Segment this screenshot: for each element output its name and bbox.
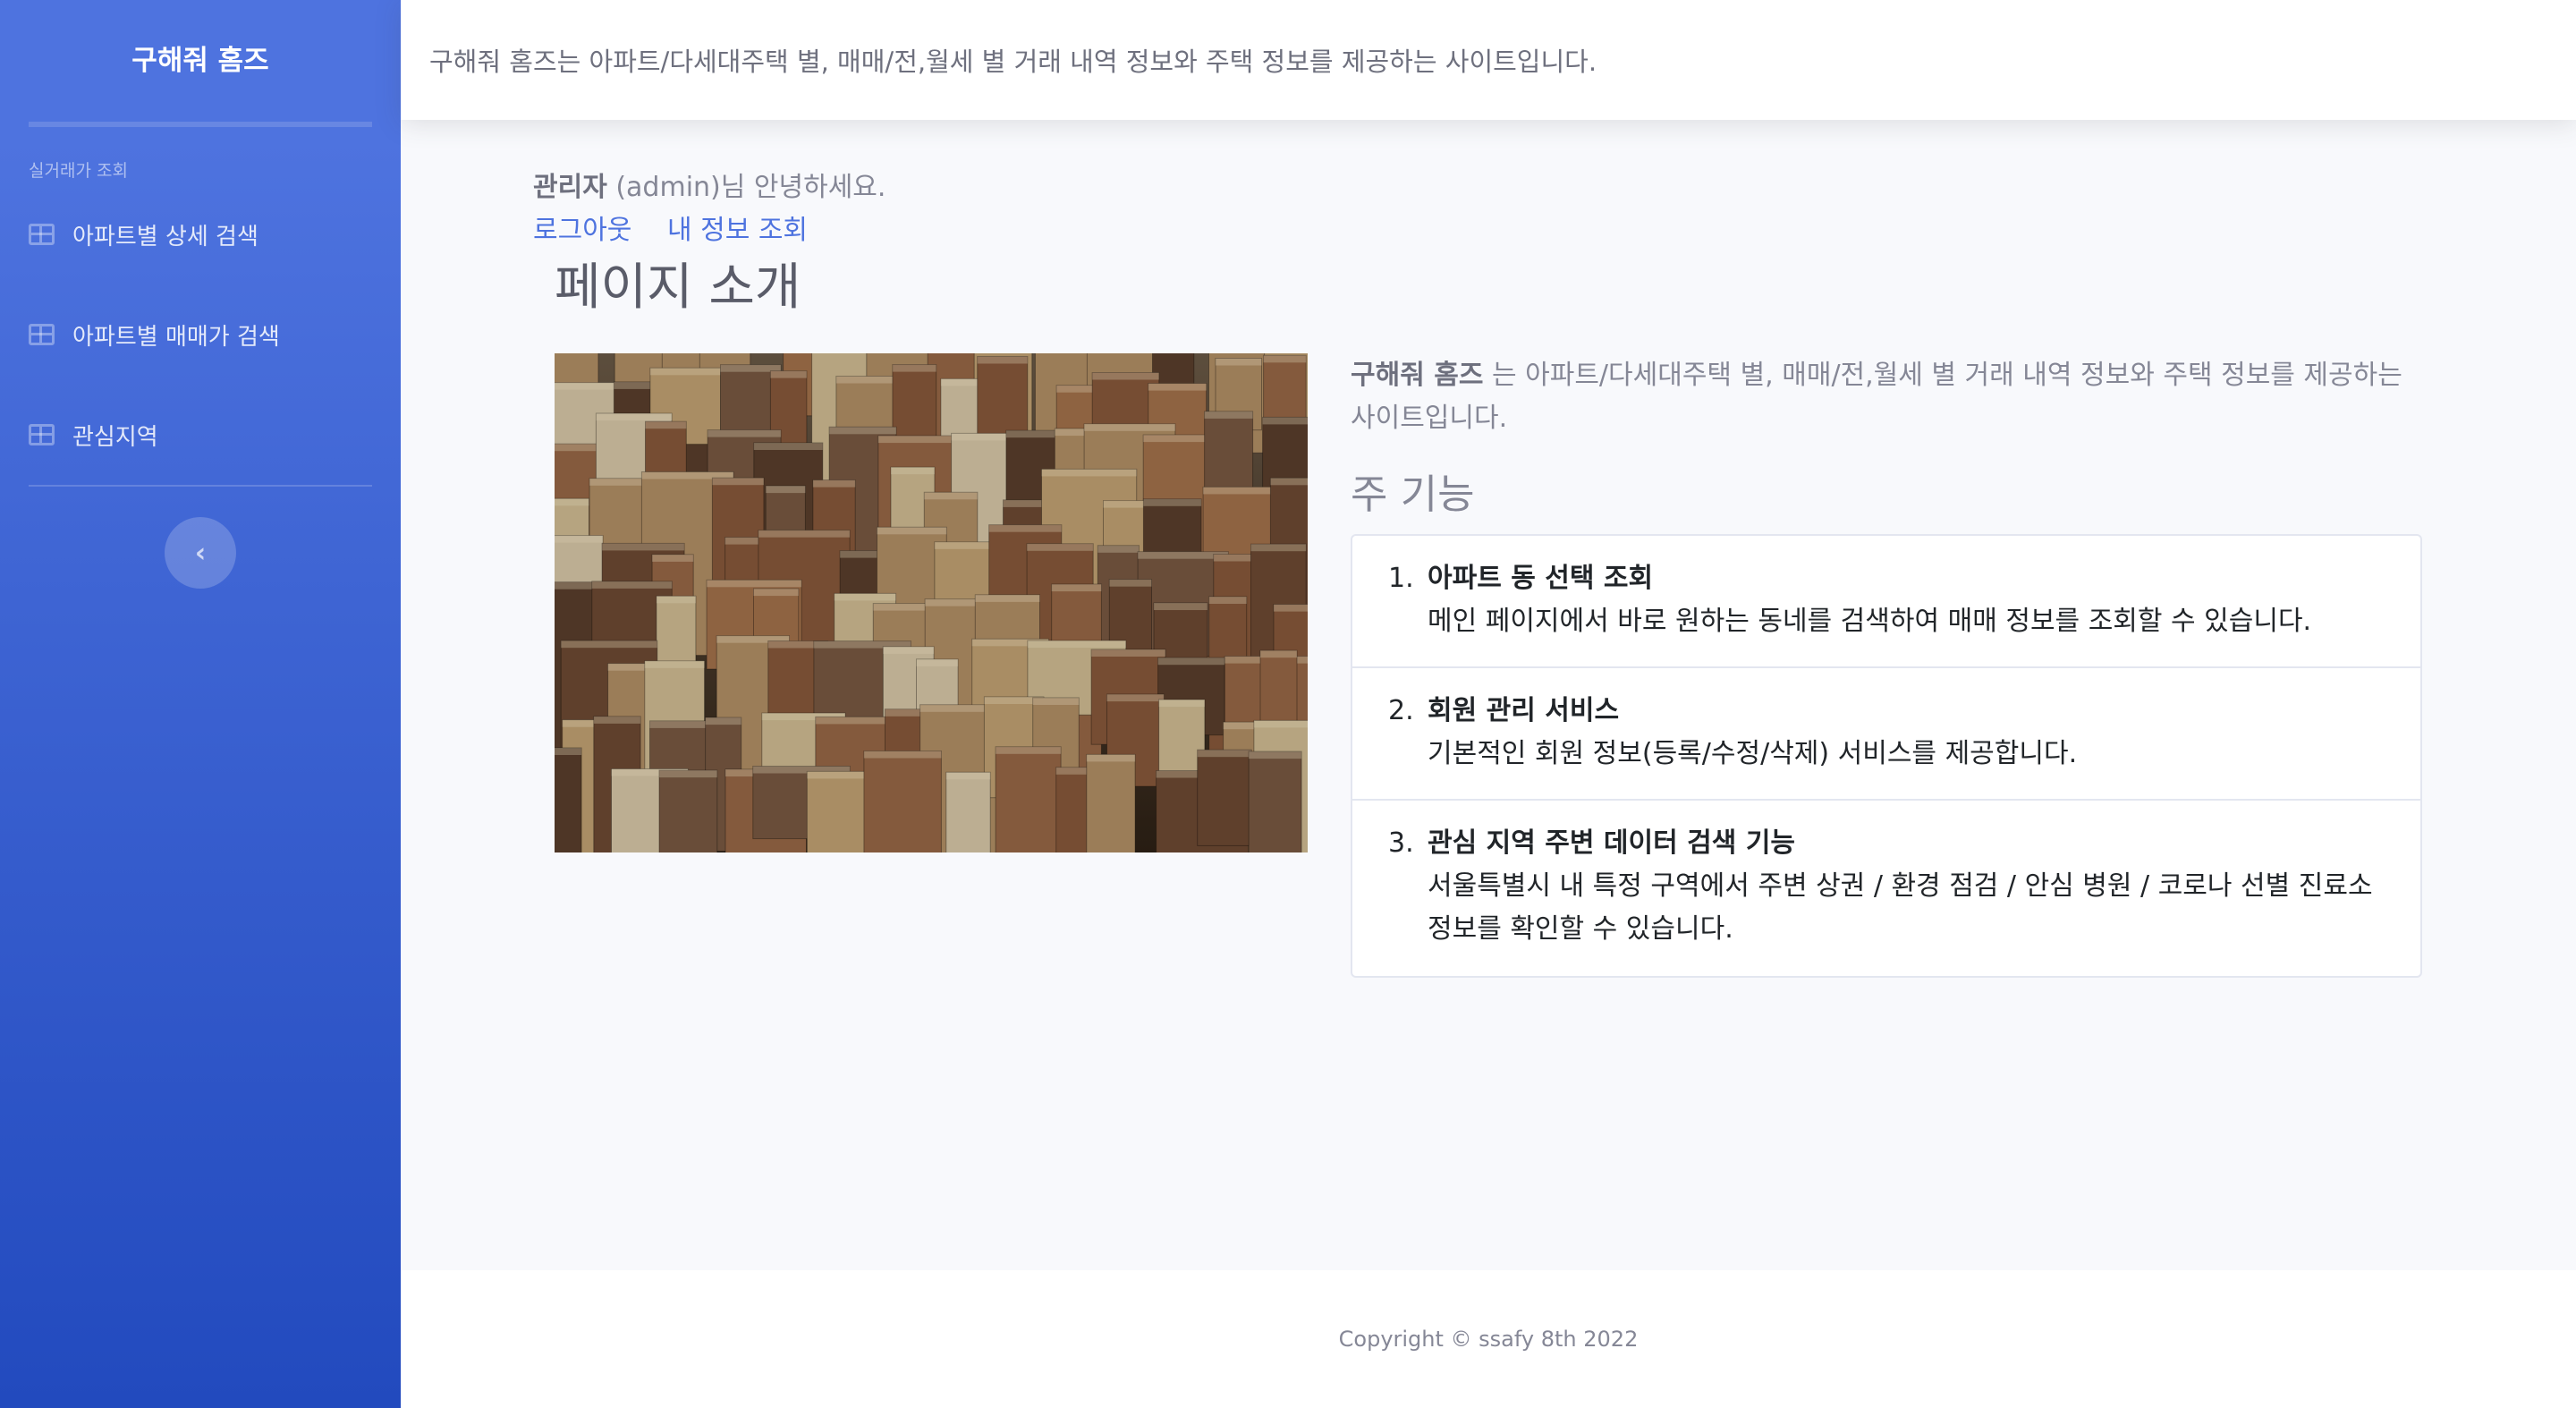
- my-info-link[interactable]: 내 정보 조회: [667, 215, 808, 246]
- sidebar-divider: [29, 122, 372, 127]
- sidebar-divider: [29, 485, 372, 487]
- sidebar-toggle-button[interactable]: ‹: [165, 517, 236, 589]
- feature-number: 2.: [1388, 695, 1414, 726]
- table-icon: [29, 224, 55, 245]
- page-title: 페이지 소개: [555, 259, 801, 317]
- greeting-text: (admin)님 안녕하세요.: [606, 172, 886, 203]
- city-image: [555, 353, 1308, 852]
- table-icon: [29, 324, 55, 345]
- copyright-text: Copyright © ssafy 8th 2022: [1338, 1327, 1639, 1352]
- city-illustration: [555, 353, 1308, 852]
- feature-title: 아파트 동 선택 조회: [1428, 563, 1654, 594]
- feature-number: 1.: [1388, 563, 1414, 594]
- sidebar-item-label: 아파트별 상세 검색: [72, 223, 258, 250]
- logout-link[interactable]: 로그아웃: [533, 215, 631, 246]
- image-shade: [555, 353, 1308, 852]
- feature-number: 3.: [1388, 827, 1414, 859]
- list-item: 2. 회원 관리 서비스 기본적인 회원 정보(등록/수정/삭제) 서비스를 제…: [1352, 668, 2420, 801]
- intro-text: 는 아파트/다세대주택 별, 매매/전,월세 별 거래 내역 정보와 주택 정보…: [1351, 360, 2402, 434]
- topbar: 구해줘 홈즈는 아파트/다세대주택 별, 매매/전,월세 별 거래 내역 정보와…: [401, 0, 2576, 120]
- sidebar-item-apartment-detail-search[interactable]: 아파트별 상세 검색: [29, 206, 372, 263]
- sidebar-item-interest-area[interactable]: 관심지역: [29, 406, 372, 463]
- user-greeting: 관리자 (admin)님 안녕하세요.: [533, 165, 886, 204]
- sidebar: 구해줘 홈즈 실거래가 조회 아파트별 상세 검색 아파트별 매매가 검색 관심…: [0, 0, 401, 1408]
- features-heading: 주 기능: [1351, 471, 1475, 518]
- feature-description: 기본적인 회원 정보(등록/수정/삭제) 서비스를 제공합니다.: [1428, 738, 2078, 769]
- user-links: 로그아웃 내 정보 조회: [533, 208, 835, 247]
- feature-description: 서울특별시 내 특정 구역에서 주변 상권 / 환경 점검 / 안심 병원 / …: [1428, 870, 2373, 945]
- table-icon: [29, 424, 55, 445]
- sidebar-item-label: 아파트별 매매가 검색: [72, 323, 280, 351]
- intro-paragraph: 구해줘 홈즈 는 아파트/다세대주택 별, 매매/전,월세 별 거래 내역 정보…: [1351, 354, 2424, 440]
- topbar-description: 구해줘 홈즈는 아파트/다세대주택 별, 매매/전,월세 별 거래 내역 정보와…: [429, 47, 1597, 77]
- user-name: 관리자: [533, 172, 607, 203]
- list-item: 3. 관심 지역 주변 데이터 검색 기능 서울특별시 내 특정 구역에서 주변…: [1352, 801, 2420, 976]
- feature-description: 메인 페이지에서 바로 원하는 동네를 검색하여 매매 정보를 조회할 수 있습…: [1428, 606, 2312, 637]
- footer: Copyright © ssafy 8th 2022: [401, 1270, 2576, 1408]
- feature-title: 관심 지역 주변 데이터 검색 기능: [1428, 827, 1796, 859]
- intro-brand: 구해줘 홈즈: [1351, 360, 1484, 391]
- sidebar-heading: 실거래가 조회: [29, 161, 128, 181]
- list-item: 1. 아파트 동 선택 조회 메인 페이지에서 바로 원하는 동네를 검색하여 …: [1352, 536, 2420, 668]
- feature-title: 회원 관리 서비스: [1428, 695, 1620, 726]
- feature-list: 1. 아파트 동 선택 조회 메인 페이지에서 바로 원하는 동네를 검색하여 …: [1351, 534, 2422, 978]
- chevron-left-icon: ‹: [194, 537, 207, 569]
- sidebar-item-apartment-price-search[interactable]: 아파트별 매매가 검색: [29, 306, 372, 363]
- sidebar-item-label: 관심지역: [72, 423, 158, 451]
- sidebar-brand[interactable]: 구해줘 홈즈: [0, 0, 401, 115]
